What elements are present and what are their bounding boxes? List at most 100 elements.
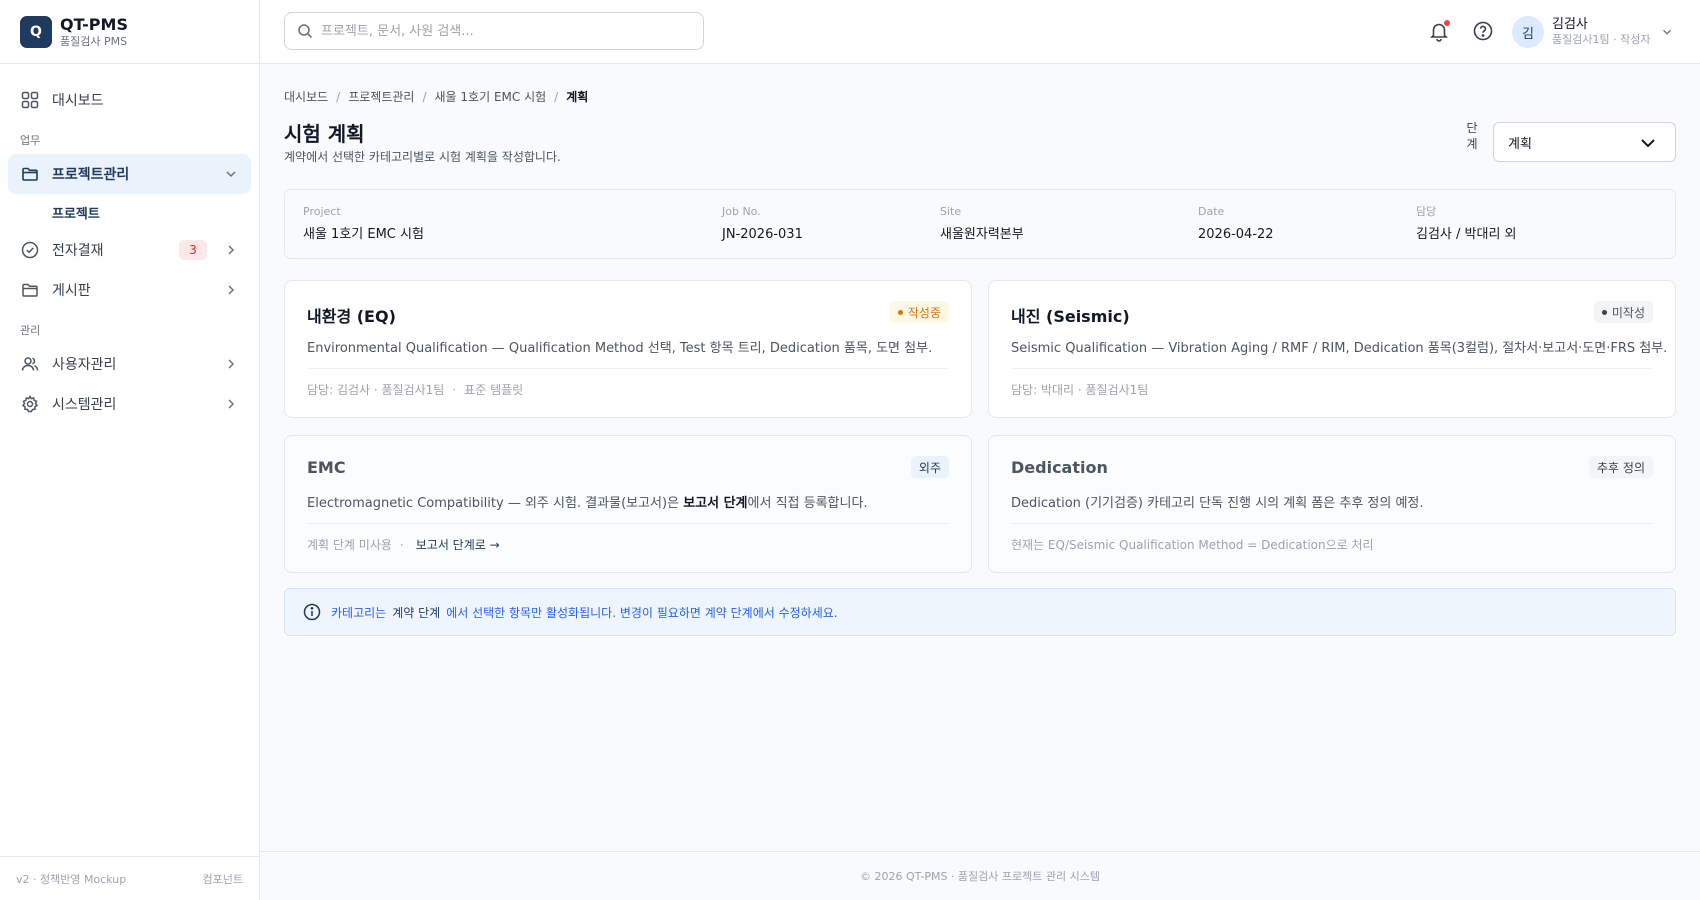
- stage-select[interactable]: 계획: [1493, 122, 1676, 162]
- sidebar-item-label: 시스템관리: [52, 397, 117, 413]
- sidebar-item-user-management[interactable]: 사용자관리: [8, 344, 251, 384]
- card-owner: 담당: 박대리 · 품질검사1팀: [1011, 383, 1149, 397]
- sidebar-item-label: 대시보드: [52, 93, 104, 109]
- divider: [307, 368, 949, 369]
- info-value: JN-2026-031: [722, 227, 803, 242]
- breadcrumb-item-current: 계획: [566, 90, 589, 104]
- user-menu[interactable]: 김 김검사 품질검사1팀 · 작성자: [1512, 14, 1674, 50]
- grid-icon: [20, 90, 40, 110]
- info-label: Job No.: [722, 205, 761, 218]
- info-label: Site: [940, 205, 962, 218]
- sidebar: Q QT-PMS 품질검사 PMS 대시보드 업무 프로젝트관리 프로젝트 전자…: [0, 0, 260, 900]
- breadcrumb-item-project[interactable]: 새울 1호기 EMC 시험: [435, 88, 547, 105]
- separator-dot: ·: [399, 537, 404, 552]
- chevron-down-icon: [1663, 29, 1672, 35]
- chevron-down-icon: [226, 171, 236, 178]
- page-description: 계약에서 선택한 카테고리별로 시험 계획을 작성합니다.: [284, 150, 561, 164]
- components-link[interactable]: 컴포넌트: [203, 871, 243, 887]
- sidebar-nav: 대시보드 업무 프로젝트관리 프로젝트 전자결재 3 게시판 관리 사용자관리 …: [0, 64, 259, 424]
- help-icon[interactable]: [1472, 20, 1494, 42]
- chevron-down-icon: [1641, 139, 1655, 148]
- sidebar-item-system-management[interactable]: 시스템관리: [8, 384, 251, 424]
- brand-logo: Q: [20, 15, 52, 48]
- version-label: v2 · 정책반영 Mockup: [16, 872, 127, 886]
- sidebar-subitem-project[interactable]: 프로젝트: [8, 196, 251, 228]
- folder-open-icon: [20, 280, 40, 300]
- card-owner: 담당: 김검사 · 품질검사1팀: [307, 383, 445, 397]
- category-card-eq[interactable]: 내환경 (EQ) 작성중 Environmental Qualification…: [284, 280, 972, 418]
- status-dot: [897, 309, 903, 315]
- sidebar-item-label: 게시판: [52, 283, 91, 299]
- card-title: 내환경 (EQ): [307, 307, 396, 326]
- alert-chip: 계약 단계: [392, 605, 441, 620]
- users-icon: [20, 354, 40, 374]
- go-to-report-link[interactable]: 보고서 단계로 →: [416, 536, 500, 553]
- status-badge: 외주: [910, 456, 949, 478]
- alert-text: 에서 선택한 항목만 활성화됩니다. 변경이 필요하면 계약 단계에서 수정하세…: [446, 605, 838, 620]
- card-footer: 담당: 김검사 · 품질검사1팀 · 표준 템플릿: [307, 381, 523, 398]
- sidebar-footer: v2 · 정책반영 Mockup 컴포넌트: [0, 856, 259, 900]
- separator-dot: ·: [452, 382, 457, 397]
- card-description: Electromagnetic Compatibility — 외주 시험. 결…: [307, 492, 868, 511]
- category-card-dedication: Dedication 추후 정의 Dedication (기기검증) 카테고리 …: [988, 435, 1676, 573]
- status-badge: 작성중: [889, 301, 949, 323]
- breadcrumb: 대시보드 / 프로젝트관리 / 새울 1호기 EMC 시험 / 계획: [284, 88, 588, 105]
- info-value: 2026-04-22: [1198, 227, 1274, 242]
- breadcrumb-separator: /: [554, 89, 559, 104]
- sidebar-item-label: 사용자관리: [52, 357, 117, 373]
- status-label: 작성중: [907, 305, 941, 320]
- user-role: 품질검사1팀 · 작성자: [1552, 33, 1651, 46]
- chevron-right-icon: [228, 245, 235, 255]
- notification-bell-icon[interactable]: [1428, 20, 1450, 42]
- breadcrumb-separator: /: [422, 89, 427, 104]
- avatar: 김: [1512, 16, 1544, 48]
- alert-text: 카테고리는: [331, 605, 387, 620]
- info-date: Date 2026-04-22: [1198, 204, 1274, 244]
- breadcrumb-item-dashboard[interactable]: 대시보드: [284, 88, 328, 105]
- info-project: Project 새울 1호기 EMC 시험: [303, 204, 424, 244]
- search-box[interactable]: [284, 12, 704, 50]
- category-card-emc: EMC 외주 Electromagnetic Compatibility — 외…: [284, 435, 972, 573]
- info-icon: [303, 603, 321, 621]
- card-template: 표준 템플릿: [464, 383, 524, 397]
- stage-select-value: 계획: [1508, 136, 1532, 152]
- info-value: 새울 1호기 EMC 시험: [303, 227, 424, 242]
- nav-section-admin: 관리: [20, 324, 41, 337]
- info-value: 새울원자력본부: [940, 227, 1024, 242]
- divider: [1011, 368, 1653, 369]
- card-footer: 현재는 EQ/Seismic Qualification Method = De…: [1011, 536, 1374, 553]
- sidebar-item-dashboard[interactable]: 대시보드: [8, 80, 251, 120]
- category-card-seismic[interactable]: 내진 (Seismic) 미작성 Seismic Qualification —…: [988, 280, 1676, 418]
- card-description: Environmental Qualification — Qualificat…: [307, 341, 933, 356]
- brand[interactable]: Q QT-PMS 품질검사 PMS: [0, 0, 259, 64]
- sidebar-item-label: 전자결재: [52, 243, 104, 259]
- project-info-bar: Project 새울 1호기 EMC 시험 Job No. JN-2026-03…: [284, 189, 1676, 259]
- search-input[interactable]: [321, 23, 691, 39]
- card-description: Seismic Qualification — Vibration Aging …: [1011, 341, 1668, 356]
- card-note: 계획 단계 미사용: [307, 538, 392, 552]
- card-title: EMC: [307, 458, 346, 477]
- page-footer: © 2026 QT-PMS · 품질검사 프로젝트 관리 시스템: [260, 851, 1700, 900]
- sidebar-item-label: 프로젝트관리: [52, 167, 130, 183]
- info-label: Project: [303, 205, 341, 218]
- sidebar-item-project-management[interactable]: 프로젝트관리: [8, 154, 251, 194]
- chevron-right-icon: [228, 285, 235, 295]
- info-label: Date: [1198, 205, 1225, 218]
- status-dot: [1601, 309, 1607, 315]
- card-footer: 계획 단계 미사용 · 보고서 단계로 →: [307, 536, 500, 553]
- chevron-right-icon: [228, 399, 235, 409]
- chevron-right-icon: [228, 359, 235, 369]
- search-icon: [298, 24, 313, 39]
- brand-subtitle: 품질검사 PMS: [60, 34, 128, 48]
- card-footer: 담당: 박대리 · 품질검사1팀: [1011, 381, 1148, 398]
- card-note: 현재는 EQ/Seismic Qualification Method = De…: [1011, 538, 1374, 552]
- stage-label: 단계: [1466, 121, 1478, 151]
- status-badge: 미작성: [1593, 301, 1653, 323]
- folder-icon: [20, 164, 40, 184]
- sidebar-item-approval[interactable]: 전자결재 3: [8, 230, 251, 270]
- breadcrumb-item-project-management[interactable]: 프로젝트관리: [348, 88, 414, 105]
- notification-dot: [1444, 20, 1450, 26]
- status-label: 미작성: [1611, 305, 1645, 320]
- sidebar-item-board[interactable]: 게시판: [8, 270, 251, 310]
- info-alert: 카테고리는 계약 단계 에서 선택한 항목만 활성화됩니다. 변경이 필요하면 …: [284, 588, 1676, 636]
